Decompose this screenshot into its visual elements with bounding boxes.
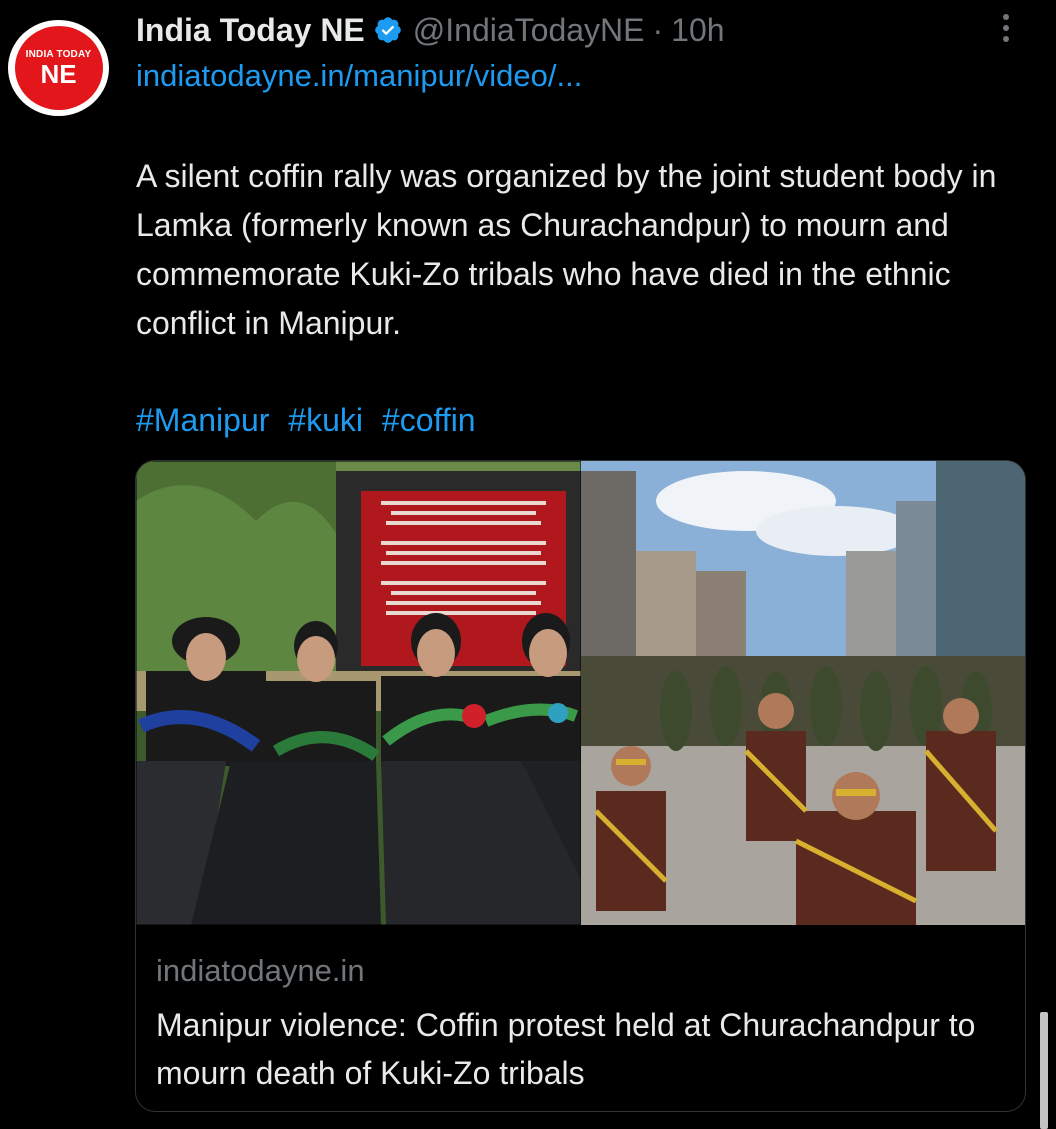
hashtag-kuki[interactable]: #kuki (288, 402, 363, 438)
avatar[interactable]: INDIA TODAY NE (8, 20, 109, 116)
street-march-photo (581, 461, 1025, 925)
scrollbar[interactable] (1040, 1012, 1048, 1129)
hashtag-coffin[interactable]: #coffin (382, 402, 476, 438)
tweet-header: India Today NE @IndiaTodayNE · 10h (136, 8, 725, 52)
author-name[interactable]: India Today NE (136, 12, 365, 49)
author-handle[interactable]: @IndiaTodayNE (413, 12, 645, 49)
logo-text-top: INDIA TODAY (25, 48, 92, 60)
card-domain: indiatodayne.in (156, 953, 365, 988)
logo-text-bottom: NE (40, 58, 77, 89)
timestamp[interactable]: 10h (671, 12, 724, 49)
more-options-icon[interactable] (992, 8, 1020, 48)
card-title: Manipur violence: Coffin protest held at… (156, 1007, 976, 1091)
more-dot (1003, 25, 1009, 31)
hashtags: #Manipur #kuki #coffin (136, 396, 486, 445)
india-today-ne-logo: INDIA TODAY NE (14, 26, 103, 110)
verified-badge-icon (374, 17, 401, 43)
card-image[interactable] (136, 461, 1025, 925)
hashtag-manipur[interactable]: #Manipur (136, 402, 269, 438)
tweet-text: A silent coffin rally was organized by t… (136, 158, 997, 341)
link-preview-card[interactable]: indiatodayne.in Manipur violence: Coffin… (135, 460, 1026, 1112)
more-dot (1003, 36, 1009, 42)
tweet-link[interactable]: indiatodayne.in/manipur/video/... (136, 58, 582, 94)
separator-dot: · (652, 11, 664, 48)
more-dot (1003, 14, 1009, 20)
coffin-rally-photo (136, 461, 582, 925)
